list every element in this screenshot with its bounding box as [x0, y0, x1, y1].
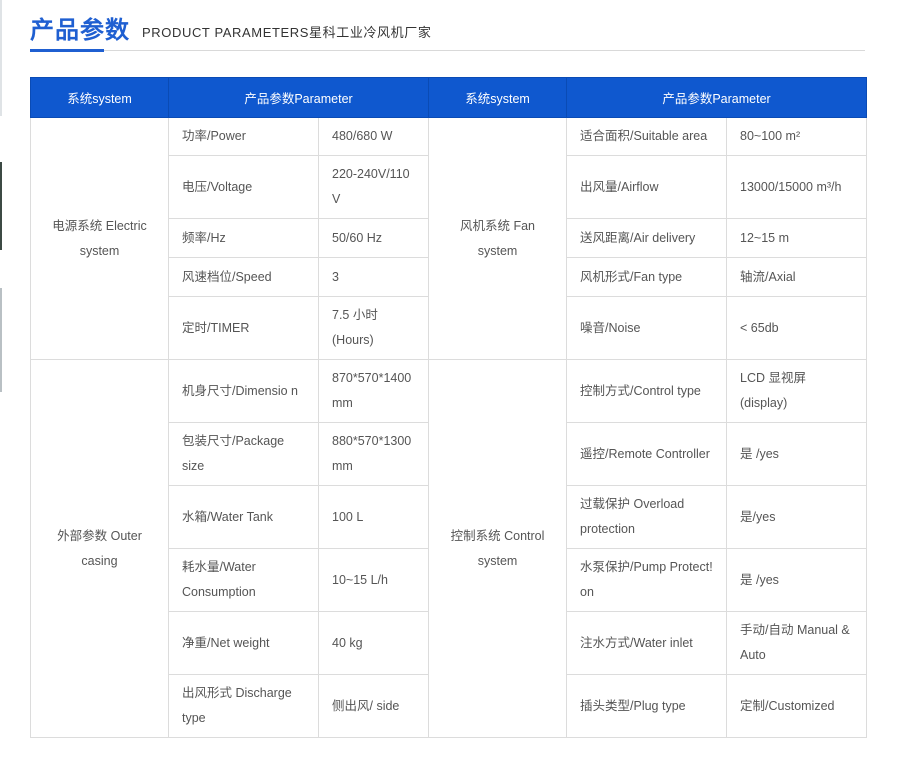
param-name: 噪音/Noise — [566, 296, 728, 360]
param-name: 水泵保护/Pump Protect! on — [566, 548, 728, 612]
param-name: 水箱/Water Tank — [168, 485, 319, 549]
edge-strip — [0, 162, 2, 250]
param-name: 适合面积/Suitable area — [566, 117, 728, 156]
param-value: 手动/自动 Manual & Auto — [726, 611, 868, 675]
parameters-table: 系统system 产品参数Parameter 系统system 产品参数Para… — [30, 77, 868, 738]
edge-strip — [0, 288, 2, 392]
param-value: 侧出风/ side — [317, 674, 430, 738]
param-name: 定时/TIMER — [168, 296, 319, 360]
param-name: 插头类型/Plug type — [566, 674, 728, 738]
page-subtitle: PRODUCT PARAMETERS星科工业冷风机厂家 — [142, 25, 432, 40]
param-value: 100 L — [317, 485, 430, 549]
param-value: 480/680 W — [317, 117, 430, 156]
table-row: 电源系统 Electric system 功率/Power 480/680 W … — [30, 117, 868, 360]
param-value: < 65db — [726, 296, 868, 360]
param-value: 870*570*1400 mm — [317, 359, 430, 423]
param-name: 电压/Voltage — [168, 155, 319, 219]
system-cell: 风机系统 Fan system — [428, 117, 568, 360]
param-value: 80~100 m² — [726, 117, 868, 156]
edge-strip — [0, 0, 2, 116]
column-header-system: 系统system — [30, 77, 169, 118]
system-cell: 控制系统 Control system — [428, 359, 568, 738]
column-header-parameter: 产品参数Parameter — [167, 77, 430, 118]
param-value: 是 /yes — [726, 548, 868, 612]
section-header: 产品参数 PRODUCT PARAMETERS星科工业冷风机厂家 — [30, 12, 865, 52]
param-value: 是 /yes — [726, 422, 868, 486]
param-value: LCD 显视屏 (display) — [726, 359, 868, 423]
param-value: 轴流/Axial — [726, 257, 868, 297]
param-name: 耗水量/Water Consumption — [168, 548, 319, 612]
param-value: 定制/Customized — [726, 674, 868, 738]
param-value: 12~15 m — [726, 218, 868, 258]
param-name: 过载保护 Overload protection — [566, 485, 728, 549]
param-name: 控制方式/Control type — [566, 359, 728, 423]
page-title: 产品参数 — [30, 17, 130, 44]
param-name: 风速档位/Speed — [168, 257, 319, 297]
table-row: 外部参数 Outer casing 机身尺寸/Dimensio n 870*57… — [30, 359, 868, 738]
param-value: 50/60 Hz — [317, 218, 430, 258]
system-cell: 电源系统 Electric system — [30, 117, 169, 360]
param-name: 机身尺寸/Dimensio n — [168, 359, 319, 423]
param-name: 注水方式/Water inlet — [566, 611, 728, 675]
table-header-row: 系统system 产品参数Parameter 系统system 产品参数Para… — [30, 77, 868, 118]
system-cell: 外部参数 Outer casing — [30, 359, 169, 738]
param-value: 是/yes — [726, 485, 868, 549]
param-value: 40 kg — [317, 611, 430, 675]
param-name: 遥控/Remote Controller — [566, 422, 728, 486]
param-name: 出风量/Airflow — [566, 155, 728, 219]
column-header-system: 系统system — [428, 77, 568, 118]
param-value: 13000/15000 m³/h — [726, 155, 868, 219]
param-name: 功率/Power — [168, 117, 319, 156]
param-name: 送风距离/Air delivery — [566, 218, 728, 258]
param-name: 出风形式 Discharge type — [168, 674, 319, 738]
param-name: 净重/Net weight — [168, 611, 319, 675]
param-value: 10~15 L/h — [317, 548, 430, 612]
param-name: 风机形式/Fan type — [566, 257, 728, 297]
param-value: 3 — [317, 257, 430, 297]
column-header-parameter: 产品参数Parameter — [566, 77, 868, 118]
param-value: 7.5 小时 (Hours) — [317, 296, 430, 360]
param-name: 包装尺寸/Package size — [168, 422, 319, 486]
param-name: 频率/Hz — [168, 218, 319, 258]
title-underline — [30, 49, 104, 52]
param-value: 220-240V/110 V — [317, 155, 430, 219]
param-value: 880*570*1300 mm — [317, 422, 430, 486]
